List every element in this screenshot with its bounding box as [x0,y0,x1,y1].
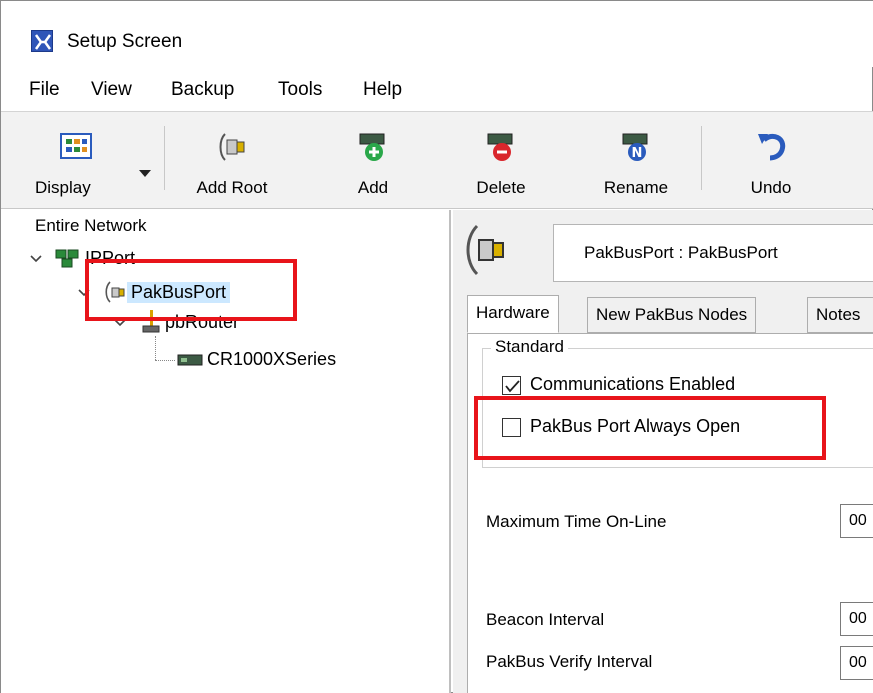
menu-tools[interactable]: Tools [278,79,322,101]
rename-device-icon: N [622,133,648,161]
max-time-online-label: Maximum Time On-Line [486,512,667,531]
undo-label: Undo [750,178,792,197]
window-title: Setup Screen [67,31,183,52]
beacon-interval-label: Beacon Interval [486,610,605,629]
connector-icon [219,133,245,161]
delete-button[interactable]: Delete [446,116,556,206]
ipport-icon [55,249,79,268]
add-label: Add [357,178,389,197]
delete-label: Delete [476,178,526,197]
highlight-box [85,259,297,321]
tree-connector [155,336,156,360]
display-label: Display [35,178,91,197]
menu-help[interactable]: Help [363,79,402,101]
device-name: PakBusPort : PakBusPort [584,243,778,262]
hardware-tab-content: Standard Communications Enabled PakBus P… [467,333,873,693]
app-icon [31,30,53,52]
toolbar-separator [164,126,165,190]
tab-new-pakbus-nodes[interactable]: New PakBus Nodes [587,297,757,333]
beacon-interval-input[interactable]: 00 [840,602,873,636]
display-icon [60,133,92,159]
add-root-button[interactable]: Add Root [177,116,287,206]
tree-item-label: CR1000XSeries [207,349,337,369]
verify-interval-input[interactable]: 00 [840,646,873,680]
highlight-box [474,396,826,460]
toolbar-separator [701,126,702,190]
pakbusport-icon [466,224,504,276]
add-root-label: Add Root [196,178,268,197]
network-tree: Entire Network IPPort PakBusPort pbRoute… [1,210,451,693]
max-time-online-input[interactable]: 00 [840,504,873,538]
tree-header: Entire Network [35,216,147,235]
svg-text:N: N [632,146,643,161]
rename-label: Rename [603,178,669,197]
menu-backup[interactable]: Backup [171,79,234,101]
checkbox[interactable] [502,376,521,395]
setup-window: Setup Screen File View Backup Tools Help… [0,0,873,693]
tab-hardware[interactable]: Hardware [467,295,559,333]
display-button[interactable]: Display [21,116,131,206]
checkmark-icon [505,380,520,393]
chevron-down-icon[interactable] [29,252,43,266]
toolbar: Display Add Root Add Delete N Rename Und… [1,111,873,209]
tree-item-cr1000xseries[interactable]: CR1000XSeries [177,347,417,373]
title-bar: Setup Screen [1,1,873,67]
device-settings-panel: PakBusPort : PakBusPort Hardware New Pak… [453,210,873,693]
tree-connector [155,360,175,361]
device-name-box: PakBusPort : PakBusPort [553,224,873,282]
verify-interval-label: PakBus Verify Interval [486,652,653,671]
group-title: Standard [491,337,568,357]
menu-file[interactable]: File [29,79,60,101]
delete-device-icon [487,133,513,161]
tab-notes[interactable]: Notes [807,297,873,333]
menu-bar: File View Backup Tools Help [1,67,873,111]
add-device-icon [359,133,385,161]
display-dropdown-arrow-icon[interactable] [139,170,151,177]
datalogger-icon [177,354,203,366]
undo-button[interactable]: Undo [721,116,821,206]
undo-icon [758,133,786,161]
add-button[interactable]: Add [323,116,423,206]
checkbox-label: Communications Enabled [530,374,736,394]
device-header: PakBusPort : PakBusPort [461,218,873,282]
menu-view[interactable]: View [91,79,132,101]
rename-button[interactable]: N Rename [581,116,691,206]
